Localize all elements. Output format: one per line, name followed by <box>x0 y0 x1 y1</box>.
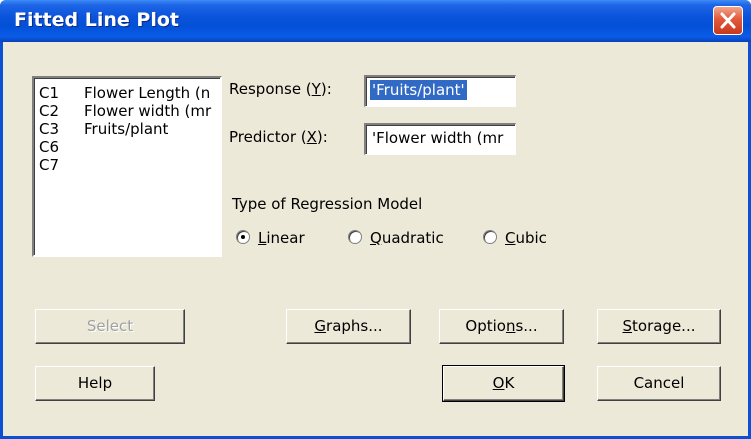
close-icon <box>720 12 736 29</box>
model-type-label: Type of Regression Model <box>232 195 423 213</box>
predictor-field[interactable]: 'Flower width (mr <box>364 123 516 155</box>
list-item[interactable]: C1 Flower Length (n <box>34 84 220 102</box>
predictor-value: 'Flower width (mr <box>372 129 504 147</box>
select-button[interactable]: Select <box>35 309 185 344</box>
fitted-line-plot-dialog: Fitted Line Plot C1 Flower Length (n C2 … <box>0 0 751 439</box>
predictor-label: Predictor (X): <box>229 128 328 146</box>
regression-model-group: Linear Quadratic Cubic <box>236 228 566 250</box>
variable-list[interactable]: C1 Flower Length (n C2 Flower width (mr … <box>32 76 222 257</box>
close-button[interactable] <box>713 6 743 35</box>
list-item[interactable]: C6 <box>34 138 220 156</box>
storage-button[interactable]: Storage... <box>597 309 721 344</box>
response-label: Response (Y): <box>229 80 332 98</box>
cancel-button[interactable]: Cancel <box>597 366 721 401</box>
graphs-button[interactable]: Graphs... <box>286 309 411 344</box>
list-item[interactable]: C7 <box>34 156 220 174</box>
title-bar: Fitted Line Plot <box>0 0 751 42</box>
list-item[interactable]: C3 Fruits/plant <box>34 120 220 138</box>
response-value: 'Fruits/plant' <box>370 80 467 100</box>
ok-button[interactable]: OK <box>442 365 565 402</box>
dialog-title: Fitted Line Plot <box>14 9 179 31</box>
list-item[interactable]: C2 Flower width (mr <box>34 102 220 120</box>
options-button[interactable]: Options... <box>439 309 564 344</box>
help-button[interactable]: Help <box>35 366 155 401</box>
response-field[interactable]: 'Fruits/plant' <box>364 75 516 107</box>
